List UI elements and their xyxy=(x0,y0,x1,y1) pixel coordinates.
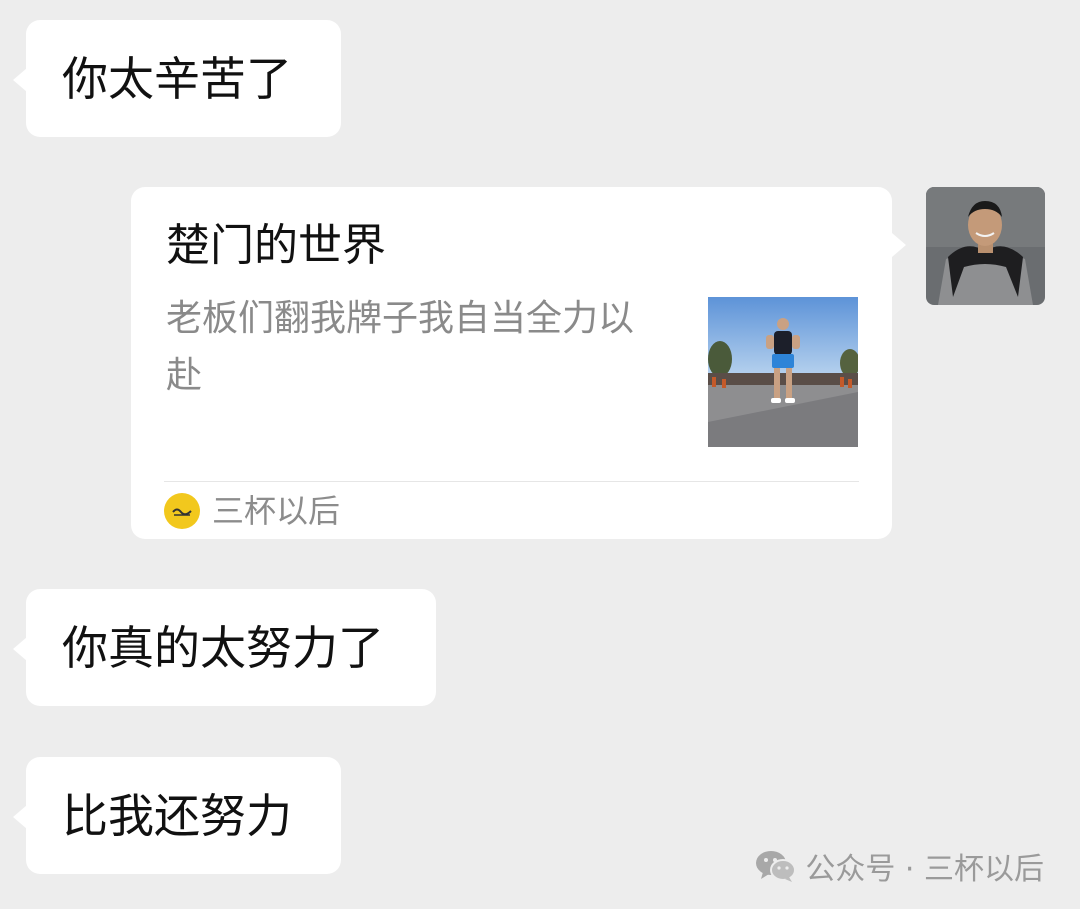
account-logo-mark xyxy=(172,508,192,516)
article-description: 老板们翻我牌子我自当全力以赴 xyxy=(166,298,635,396)
user-avatar-icon xyxy=(926,187,1045,305)
shared-article-card[interactable]: 楚门的世界 老板们翻我牌子我自当全力以赴 三杯以后 xyxy=(131,187,906,539)
incoming-message-bubble[interactable]: 你太辛苦了 xyxy=(13,20,341,137)
card-divider xyxy=(164,481,859,482)
article-thumbnail xyxy=(708,297,858,447)
article-title: 楚门的世界 xyxy=(166,220,386,271)
message-text: 比我还努力 xyxy=(62,788,292,843)
watermark-text: 公众号 · 三杯以后 xyxy=(805,852,1044,887)
incoming-message-bubble[interactable]: 比我还努力 xyxy=(13,757,341,874)
article-source-name: 三杯以后 xyxy=(212,492,341,530)
sender-avatar[interactable] xyxy=(926,187,1045,305)
incoming-message-bubble[interactable]: 你真的太努力了 xyxy=(13,589,436,706)
message-text: 你真的太努力了 xyxy=(62,620,384,675)
message-text: 你太辛苦了 xyxy=(62,51,292,106)
watermark: 公众号 · 三杯以后 xyxy=(755,846,1044,887)
account-logo-icon xyxy=(164,493,200,529)
wechat-icon xyxy=(756,851,797,882)
runner-photo-icon xyxy=(708,297,858,447)
